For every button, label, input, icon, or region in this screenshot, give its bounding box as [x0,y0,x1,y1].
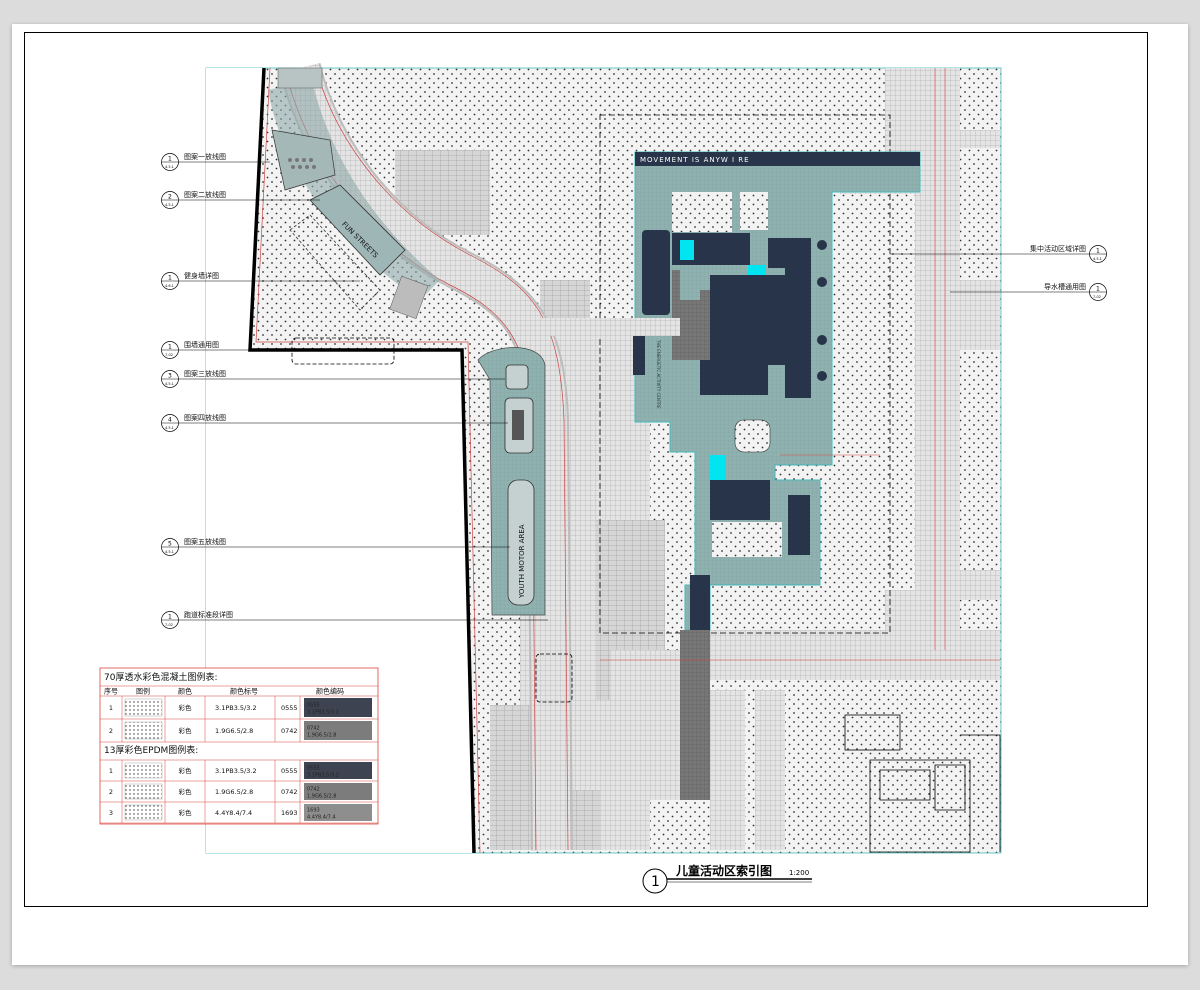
callout-number: 4 [168,417,172,424]
callout-ref: 4.6.1 [165,284,174,288]
svg-text:1.9G6.5/2.8: 1.9G6.5/2.8 [307,794,336,800]
youth-motor-label: YOUTH MOTOR AREA [518,524,526,599]
legend-header-cell: 颜色 [178,687,192,696]
legend-swatch-pattern [124,762,163,779]
callout-text: 跑道标准段详图 [184,610,233,619]
callout-number: 1 [168,344,172,351]
callout-ref: 7-02 [165,353,173,357]
callout-number: 1 [168,156,172,163]
callout-ref: 4.5.1 [165,203,174,207]
svg-text:4.4Y8.4/7.4: 4.4Y8.4/7.4 [307,815,336,821]
svg-text:0555: 0555 [281,704,298,712]
legend-header-cell: 图例 [136,687,150,696]
svg-text:彩色: 彩色 [179,787,193,796]
svg-text:3.1PB3.5/3.2: 3.1PB3.5/3.2 [307,710,339,716]
callout-text: 图案一放线图 [184,152,226,161]
svg-text:0742: 0742 [307,726,320,732]
svg-text:0742: 0742 [281,788,298,796]
legend-header-cell: 序号 [104,687,118,696]
vertical-label: THE ENERGETIC ACTIVITY CENTRE [656,339,661,409]
callout-number: 3 [168,373,172,380]
callout-ref: 4.5.1 [165,382,174,386]
title-number: 1 [651,874,660,890]
svg-text:1.9G6.5/2.8: 1.9G6.5/2.8 [215,788,253,796]
svg-text:彩色: 彩色 [179,726,193,735]
callout-text: 图案四放线图 [184,413,226,422]
svg-text:2: 2 [109,788,113,796]
callout-text: 图案二放线图 [184,190,226,199]
svg-text:彩色: 彩色 [179,766,193,775]
svg-text:1.9G6.5/2.8: 1.9G6.5/2.8 [215,727,253,735]
legend-table: 70厚透水彩色混凝土图例表: 序号 图例 颜色 颜色标号 颜色编码 1 彩色 3.1PB3.… [99,667,379,825]
legend-header-cell: 颜色标号 [230,687,258,696]
legend-header-cell: 颜色编码 [316,687,344,696]
legend-title-epdm: 13厚彩色EPDM图例表: [104,744,198,756]
callout-number: 1 [1096,286,1100,293]
svg-text:1.9G6.5/2.8: 1.9G6.5/2.8 [307,733,336,739]
svg-text:0555: 0555 [307,766,320,772]
svg-text:0742: 0742 [281,727,298,735]
svg-text:4.4Y8.4/7.4: 4.4Y8.4/7.4 [215,809,252,817]
svg-text:彩色: 彩色 [179,703,193,712]
callout-ref: 4.5.1 [165,550,174,554]
title-scale: 1:200 [789,869,809,877]
site-plan-drawing: FUN STREETS YOUTH MOTOR AREA MOVEMENT IS… [99,62,1107,894]
callout-ref: 7-02 [165,623,173,627]
callout-text: 围墙通用图 [184,340,219,349]
svg-text:彩色: 彩色 [179,808,193,817]
svg-text:0555: 0555 [281,767,298,775]
callout-number: 1 [1096,248,1100,255]
callout-ref: 4.5.1 [165,165,174,169]
callout-text: 图案三放线图 [184,369,226,378]
legend-swatch-pattern [124,783,163,800]
legend-swatch-pattern [124,804,163,821]
svg-text:1693: 1693 [307,808,320,814]
callout-text: 图案五放线图 [184,537,226,546]
svg-text:0742: 0742 [307,787,320,793]
svg-text:0555: 0555 [307,703,320,709]
callout-ref: 7-02 [1093,295,1101,299]
callout-text: 健身墙详图 [184,271,219,280]
callout-ref: 4.5.1 [165,426,174,430]
svg-text:2: 2 [109,727,113,735]
callout-text: 导水槽通用图 [1044,282,1086,291]
svg-text:1: 1 [109,704,113,712]
legend-swatch-pattern [124,721,163,740]
callout-number: 2 [168,194,172,201]
callout-number: 5 [168,541,172,548]
banner-text: MOVEMENT IS ANYW I RE [640,156,750,164]
callout-number: 1 [168,275,172,282]
callout-text: 集中活动区域详图 [1030,244,1086,253]
title-text: 儿童活动区索引图 [675,863,772,878]
legend-swatch-pattern [124,698,163,717]
svg-text:1: 1 [109,767,113,775]
legend-title-concrete: 70厚透水彩色混凝土图例表: [104,671,218,683]
callout-number: 1 [168,614,172,621]
svg-text:3: 3 [109,809,113,817]
drawing-title-block: 1 儿童活动区索引图 1:200 [642,863,812,894]
svg-text:3.1PB3.5/3.2: 3.1PB3.5/3.2 [215,767,257,775]
callout-ref: 4.5.1 [1093,257,1102,261]
svg-text:1693: 1693 [281,809,298,817]
svg-text:3.1PB3.5/3.2: 3.1PB3.5/3.2 [307,773,339,779]
svg-text:3.1PB3.5/3.2: 3.1PB3.5/3.2 [215,704,257,712]
